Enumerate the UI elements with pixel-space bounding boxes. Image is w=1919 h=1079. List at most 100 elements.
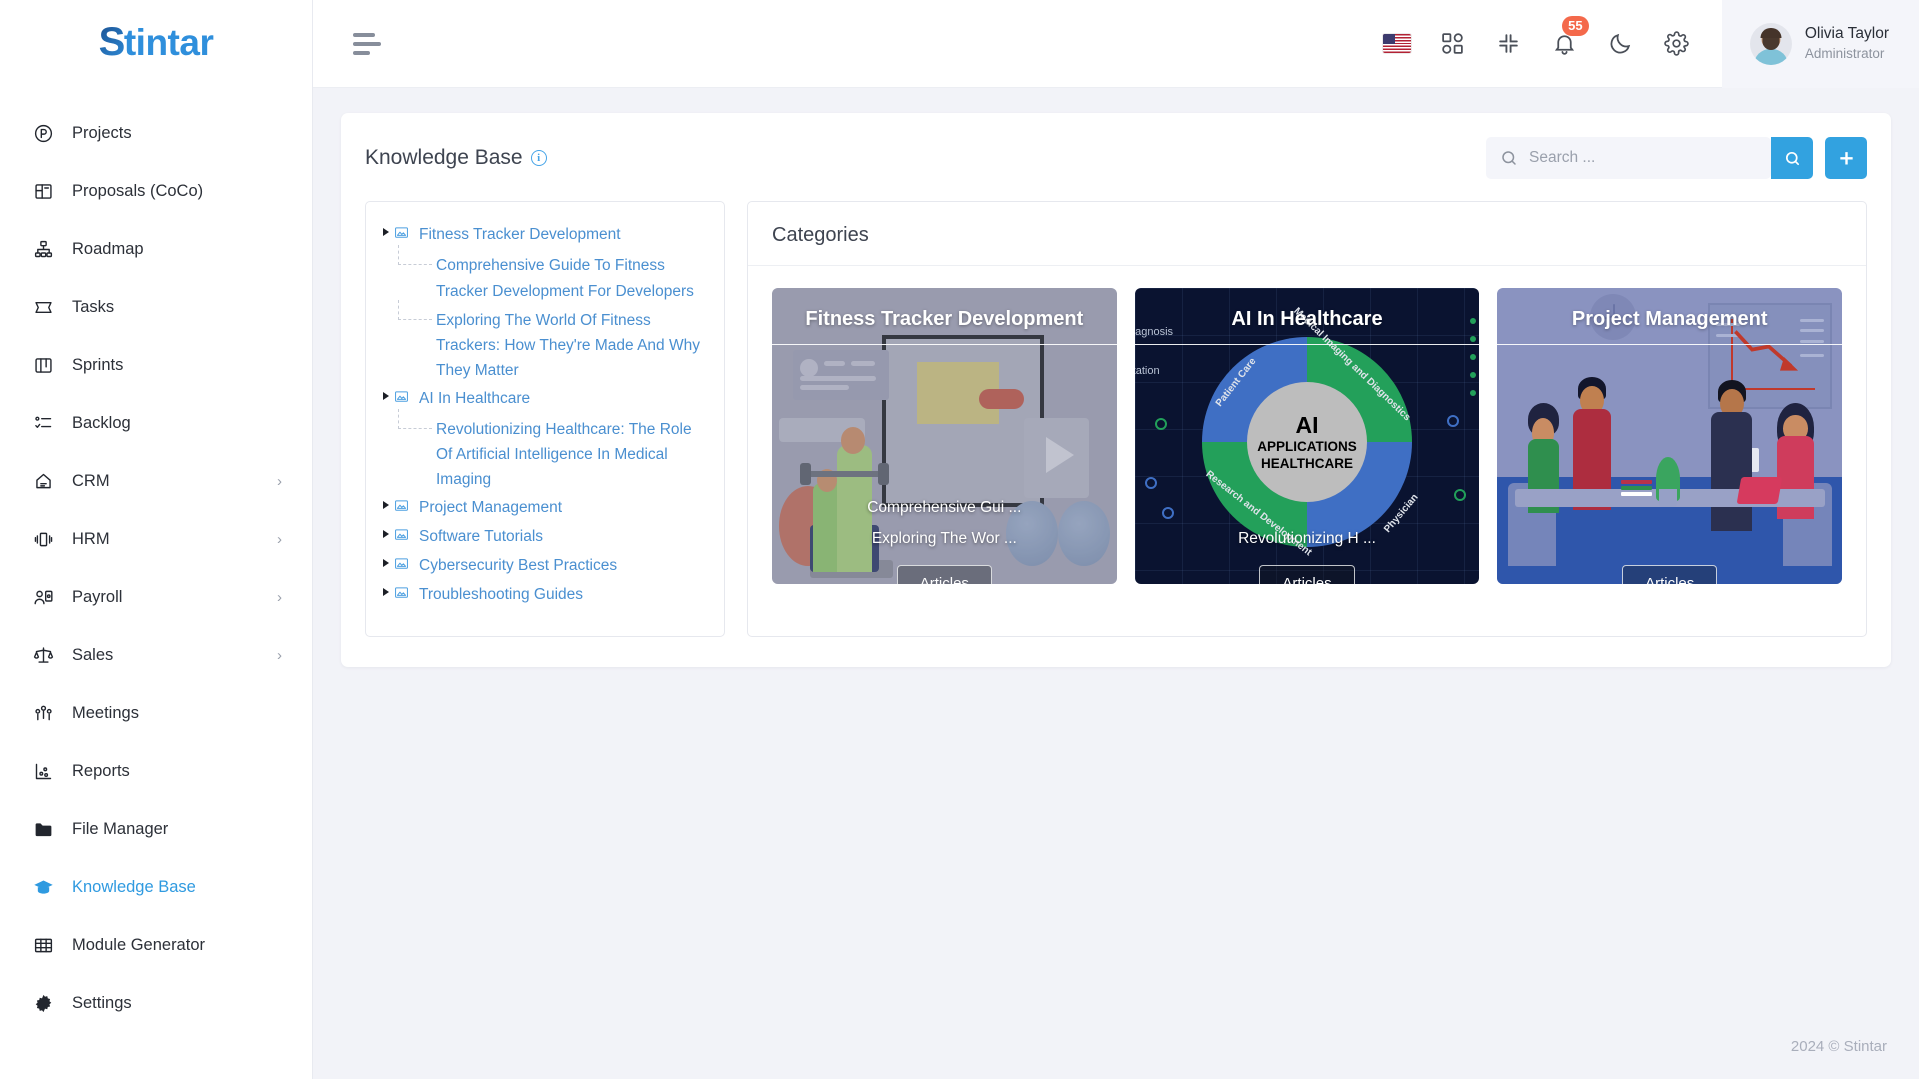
footer: 2024 © Stintar	[313, 1013, 1919, 1079]
brand-logo[interactable]: Stintar	[0, 0, 312, 88]
tree-node-label[interactable]: Cybersecurity Best Practices	[419, 553, 617, 578]
tree-node[interactable]: Cybersecurity Best Practices	[378, 553, 708, 578]
category-card-fitness[interactable]: Fitness Tracker Development Comprehensiv…	[772, 288, 1117, 584]
sidebar-item-module-generator[interactable]: Module Generator	[0, 916, 312, 974]
sidebar-item-tasks[interactable]: Tasks	[0, 278, 312, 336]
tree-node[interactable]: Project Management	[378, 495, 708, 520]
card-articles-button[interactable]: Articles	[896, 565, 992, 584]
page-title-text: Knowledge Base	[365, 146, 523, 169]
chevron-right-icon[interactable]: ›	[277, 648, 282, 663]
sidebar: Stintar Projects Proposals (CoCo) Roadmap T…	[0, 0, 313, 1079]
sidebar-item-proposals-coco[interactable]: Proposals (CoCo)	[0, 162, 312, 220]
hamburger-icon[interactable]	[353, 27, 387, 61]
sales-icon	[30, 642, 56, 668]
sidebar-item-label: Reports	[72, 761, 130, 780]
topbar: 55 Olivia Taylor Administrator	[313, 0, 1919, 88]
user-menu[interactable]: Olivia Taylor Administrator	[1721, 0, 1919, 88]
chevron-right-icon[interactable]: ›	[277, 590, 282, 605]
tree-node-label[interactable]: Project Management	[419, 495, 562, 520]
caret-right-icon[interactable]	[378, 553, 394, 567]
card-article-link[interactable]: Comprehensive Gui ...	[867, 499, 1021, 517]
chevron-right-icon[interactable]: ›	[277, 474, 282, 489]
card-article-link[interactable]: Exploring The Wor ...	[872, 530, 1017, 548]
tree-child-node[interactable]: Revolutionizing Healthcare: The Role Of …	[378, 408, 708, 493]
search-icon	[1785, 151, 1799, 165]
tree-image-icon	[394, 524, 413, 542]
sidebar-item-label: Knowledge Base	[72, 877, 196, 896]
category-card-ai-healthcare[interactable]: iagnosis tation AI APPLICATIONS HEALTHCA…	[1134, 288, 1480, 584]
tree-child-node[interactable]: Comprehensive Guide To Fitness Tracker D…	[378, 245, 708, 304]
tasks-icon	[30, 294, 56, 320]
chevron-right-icon[interactable]: ›	[277, 532, 282, 547]
grid-table-icon	[30, 932, 56, 958]
tree-image-icon	[394, 222, 413, 240]
tree-child-node[interactable]: Exploring The World Of Fitness Trackers:…	[378, 299, 708, 384]
caret-right-icon[interactable]	[378, 495, 394, 509]
search-button[interactable]	[1771, 137, 1813, 179]
tree-node-label[interactable]: Troubleshooting Guides	[419, 582, 583, 607]
sidebar-item-payroll[interactable]: Payroll ›	[0, 568, 312, 626]
payroll-icon	[30, 584, 56, 610]
card-rule	[772, 344, 1117, 345]
search-field[interactable]	[1486, 137, 1771, 179]
sidebar-item-label: Settings	[72, 993, 132, 1012]
tree-node-label[interactable]: Fitness Tracker Development	[419, 222, 621, 247]
sidebar-item-knowledge-base[interactable]: Knowledge Base	[0, 858, 312, 916]
tree-image-icon	[394, 582, 413, 600]
search-input[interactable]	[1529, 149, 1757, 167]
app-root: Stintar Projects Proposals (CoCo) Roadmap T…	[0, 0, 1919, 1079]
sidebar-item-label: Sprints	[72, 355, 124, 374]
tree-node-label[interactable]: Software Tutorials	[419, 524, 543, 549]
sidebar-item-label: Roadmap	[72, 239, 144, 258]
language-selector[interactable]	[1382, 29, 1412, 59]
sidebar-item-file-manager[interactable]: File Manager	[0, 800, 312, 858]
card-article-link[interactable]: Revolutionizing H ...	[1238, 530, 1376, 548]
category-card-project-management[interactable]: Project Management Articles	[1497, 288, 1843, 584]
tree-node[interactable]: AI In Healthcare	[378, 386, 708, 411]
sidebar-item-sales[interactable]: Sales ›	[0, 626, 312, 684]
sidebar-item-reports[interactable]: Reports	[0, 742, 312, 800]
caret-right-icon[interactable]	[378, 582, 394, 597]
card-rule	[1134, 344, 1480, 345]
tree-node[interactable]: Troubleshooting Guides	[378, 582, 708, 607]
tree-node[interactable]: Software Tutorials	[378, 524, 708, 549]
tree-child-label[interactable]: Revolutionizing Healthcare: The Role Of …	[436, 415, 708, 493]
ai-side-label-2: tation	[1134, 364, 1160, 377]
info-icon[interactable]: i	[530, 150, 547, 166]
tree-child-label[interactable]: Exploring The World Of Fitness Trackers:…	[436, 306, 708, 384]
card-articles-button[interactable]: Articles	[1259, 565, 1355, 584]
sidebar-item-settings[interactable]: Settings	[0, 974, 312, 1032]
caret-right-icon[interactable]	[378, 386, 394, 400]
user-role: Administrator	[1804, 45, 1885, 61]
moon-icon[interactable]	[1606, 29, 1636, 59]
categories-heading: Categories	[772, 224, 869, 246]
sidebar-nav: Projects Proposals (CoCo) Roadmap Tasks Spri…	[0, 88, 312, 1079]
card-articles-button[interactable]: Articles	[1622, 565, 1718, 584]
caret-right-icon[interactable]	[378, 222, 394, 236]
notifications-bell[interactable]: 55	[1550, 15, 1589, 59]
sidebar-item-label: Proposals (CoCo)	[72, 181, 204, 200]
tree-child-label[interactable]: Comprehensive Guide To Fitness Tracker D…	[436, 251, 708, 304]
sidebar-item-sprints[interactable]: Sprints	[0, 336, 312, 394]
sidebar-item-meetings[interactable]: Meetings	[0, 684, 312, 742]
donut-center-3: HEALTHCARE	[1261, 456, 1353, 472]
apps-grid-icon[interactable]	[1438, 29, 1468, 59]
sidebar-item-label: Meetings	[72, 703, 139, 722]
tree-node[interactable]: Fitness Tracker Development	[378, 222, 708, 247]
tree-elbow-connector	[394, 245, 436, 276]
sidebar-item-hrm[interactable]: HRM ›	[0, 510, 312, 568]
card-title: Project Management	[1571, 308, 1768, 330]
compress-icon[interactable]	[1494, 29, 1524, 59]
sidebar-item-crm[interactable]: CRM ›	[0, 452, 312, 510]
content-area: Knowledge Base i Search ... Fitness Trac…	[313, 88, 1919, 1013]
sidebar-item-label: Backlog	[72, 413, 131, 432]
add-article-button[interactable]	[1825, 137, 1867, 179]
tree-node-label[interactable]: AI In Healthcare	[419, 386, 530, 411]
sidebar-item-projects[interactable]: Projects	[0, 104, 312, 162]
sidebar-item-roadmap[interactable]: Roadmap	[0, 220, 312, 278]
caret-right-icon[interactable]	[378, 524, 394, 538]
brand-logo-text: tintar	[123, 21, 214, 63]
gear-icon[interactable]	[1662, 29, 1692, 59]
sidebar-item-backlog[interactable]: Backlog	[0, 394, 312, 452]
crm-icon	[30, 468, 56, 494]
